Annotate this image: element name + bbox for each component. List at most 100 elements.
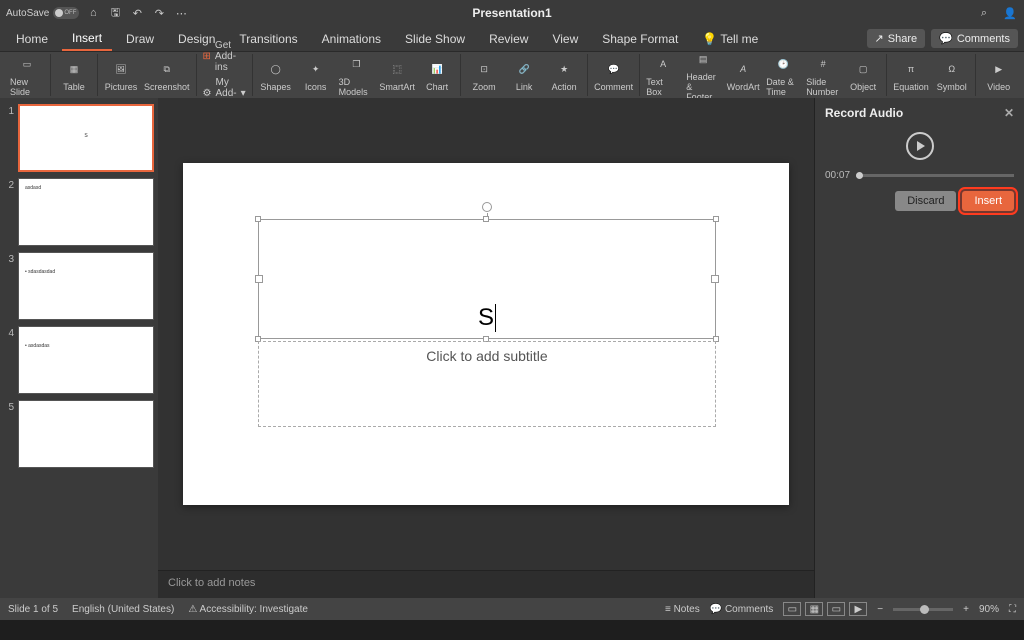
view-switcher: ▭ ▦ ▭ ▶: [783, 602, 867, 616]
header-icon: ▤: [692, 48, 714, 70]
zoom-in-icon[interactable]: +: [963, 604, 969, 615]
video-button[interactable]: ▶Video: [982, 58, 1016, 92]
subtitle-placeholder[interactable]: Click to add subtitle: [258, 341, 716, 427]
search-icon[interactable]: ⌕: [976, 5, 992, 21]
tab-review[interactable]: Review: [479, 28, 538, 50]
reading-view-icon[interactable]: ▭: [827, 602, 845, 616]
resize-handle[interactable]: [255, 216, 261, 222]
canvas-scroll[interactable]: S Click to add subtitle: [158, 98, 814, 570]
insert-button[interactable]: Insert: [962, 191, 1014, 211]
tab-slideshow[interactable]: Slide Show: [395, 28, 475, 50]
thumbnail-3[interactable]: • sdasdasdad: [18, 252, 154, 320]
smartart-button[interactable]: ⿴SmartArt: [380, 58, 414, 92]
comment-button[interactable]: 💬Comment: [594, 58, 633, 92]
language-indicator[interactable]: English (United States): [72, 604, 174, 615]
thumb-num: 2: [4, 178, 14, 246]
tab-home[interactable]: Home: [6, 28, 58, 50]
audio-progress[interactable]: [856, 174, 1014, 177]
tab-animations[interactable]: Animations: [312, 28, 391, 50]
notes-toggle[interactable]: ≡ Notes: [665, 604, 700, 615]
rotate-handle[interactable]: [482, 202, 492, 212]
zoom-button[interactable]: ⊡Zoom: [467, 58, 501, 92]
screenshot-icon: ⧉: [156, 58, 178, 80]
slideshow-view-icon[interactable]: ▶: [849, 602, 867, 616]
slide-thumbnails: 1S 2asdasd 3• sdasdasdad 4• asdasdas 5: [0, 98, 158, 598]
new-slide-button[interactable]: ▭New Slide: [10, 53, 44, 97]
notes-pane[interactable]: Click to add notes: [158, 570, 814, 598]
tabs-right: ↗ Share 💬 Comments: [867, 29, 1018, 48]
thumbnail-5[interactable]: [18, 400, 154, 468]
thumbnail-2[interactable]: asdasd: [18, 178, 154, 246]
tab-tellme[interactable]: 💡 Tell me: [692, 28, 768, 50]
autosave-toggle[interactable]: AutoSave OFF: [6, 7, 79, 19]
main-area: 1S 2asdasd 3• sdasdasdad 4• asdasdas 5 S: [0, 98, 1024, 598]
get-addins-button[interactable]: ⊞Get Add-ins: [203, 40, 246, 73]
tab-insert[interactable]: Insert: [62, 27, 112, 51]
redo-icon[interactable]: ↷: [151, 5, 167, 21]
pictures-button[interactable]: 🖼Pictures: [104, 58, 138, 92]
3dmodels-button[interactable]: ❒3D Models: [339, 53, 375, 97]
textbox-icon: A: [652, 53, 674, 75]
textbox-button[interactable]: AText Box: [646, 53, 680, 97]
accessibility-indicator[interactable]: ⚠ Accessibility: Investigate: [188, 604, 308, 615]
datetime-button[interactable]: 🕑Date & Time: [766, 53, 800, 97]
tab-draw[interactable]: Draw: [116, 28, 164, 50]
slidenum-button[interactable]: #Slide Number: [806, 53, 840, 97]
resize-handle[interactable]: [483, 216, 489, 222]
share-button[interactable]: ↗ Share: [867, 29, 926, 48]
discard-button[interactable]: Discard: [895, 191, 956, 211]
title-text[interactable]: S: [478, 304, 496, 332]
home-icon[interactable]: ⌂: [85, 5, 101, 21]
title-placeholder[interactable]: S: [258, 219, 716, 339]
link-icon: 🔗: [513, 58, 535, 80]
resize-handle[interactable]: [713, 216, 719, 222]
doc-title: Presentation1: [472, 6, 551, 20]
record-audio-panel: Record Audio ✕ 00:07 Discard Insert: [814, 98, 1024, 598]
ribbon-tabs: Home Insert Draw Design Transitions Anim…: [0, 26, 1024, 52]
chart-icon: 📊: [426, 58, 448, 80]
undo-icon[interactable]: ↶: [129, 5, 145, 21]
subtitle-text: Click to add subtitle: [426, 348, 547, 364]
account-icon[interactable]: 👤: [1002, 5, 1018, 21]
toggle-switch[interactable]: OFF: [53, 7, 79, 19]
slide-canvas[interactable]: S Click to add subtitle: [183, 163, 789, 505]
store-icon: ⊞: [203, 51, 211, 62]
sorter-view-icon[interactable]: ▦: [805, 602, 823, 616]
action-button[interactable]: ★Action: [547, 58, 581, 92]
thumb-num: 1: [4, 104, 14, 172]
play-button[interactable]: [906, 132, 934, 160]
wordart-button[interactable]: AWordArt: [726, 58, 760, 92]
symbol-icon: Ω: [941, 58, 963, 80]
tab-view[interactable]: View: [542, 28, 588, 50]
chart-button[interactable]: 📊Chart: [420, 58, 454, 92]
zoom-out-icon[interactable]: −: [877, 604, 883, 615]
screenshot-button[interactable]: ⧉Screenshot: [144, 58, 190, 92]
zoom-slider[interactable]: [893, 608, 953, 611]
shapes-button[interactable]: ◯Shapes: [259, 58, 293, 92]
comments-toggle[interactable]: 💬 Comments: [710, 604, 774, 615]
comments-button[interactable]: 💬 Comments: [931, 29, 1018, 48]
close-icon[interactable]: ✕: [1004, 106, 1014, 120]
table-button[interactable]: ▦Table: [57, 58, 91, 92]
link-button[interactable]: 🔗Link: [507, 58, 541, 92]
tab-shapeformat[interactable]: Shape Format: [592, 28, 688, 50]
shapes-icon: ◯: [265, 58, 287, 80]
time-display: 00:07: [825, 170, 850, 181]
titlebar: AutoSave OFF ⌂ 🖫 ↶ ↷ ⋯ Presentation1 ⌕ 👤: [0, 0, 1024, 26]
thumbnail-4[interactable]: • asdasdas: [18, 326, 154, 394]
slide-indicator[interactable]: Slide 1 of 5: [8, 604, 58, 615]
thumbnail-1[interactable]: S: [18, 104, 154, 172]
fit-icon[interactable]: ⛶: [1009, 604, 1016, 615]
save-icon[interactable]: 🖫: [107, 5, 123, 21]
normal-view-icon[interactable]: ▭: [783, 602, 801, 616]
header-button[interactable]: ▤Header & Footer: [686, 48, 720, 102]
table-icon: ▦: [63, 58, 85, 80]
more-icon[interactable]: ⋯: [173, 5, 189, 21]
ribbon: ▭New Slide ▦Table 🖼Pictures ⧉Screenshot …: [0, 52, 1024, 98]
equation-button[interactable]: πEquation: [893, 58, 929, 92]
comment-icon: 💬: [603, 58, 625, 80]
object-button[interactable]: ▢Object: [846, 58, 880, 92]
icons-button[interactable]: ✦Icons: [299, 58, 333, 92]
zoom-level[interactable]: 90%: [979, 604, 999, 615]
symbol-button[interactable]: ΩSymbol: [935, 58, 969, 92]
